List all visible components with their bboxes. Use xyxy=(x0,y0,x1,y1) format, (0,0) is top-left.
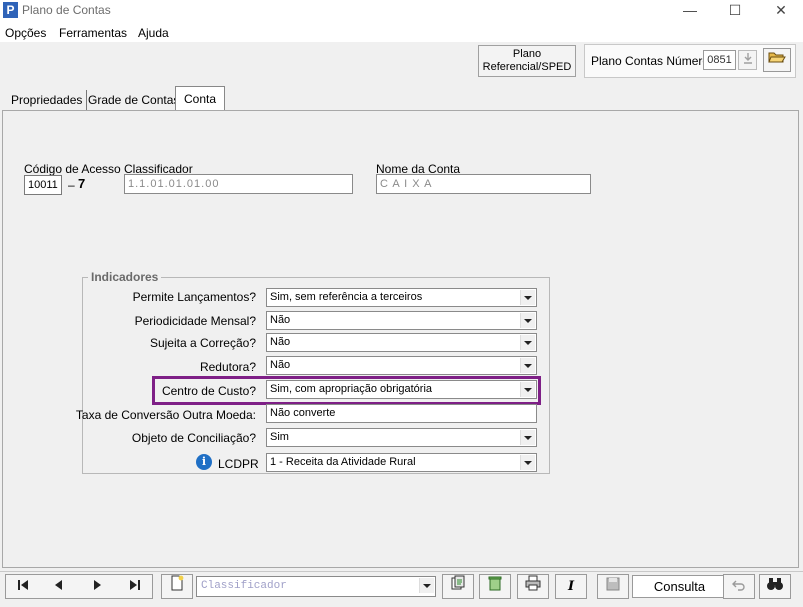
recycle-bin-icon[interactable] xyxy=(479,574,511,599)
chevron-down-icon[interactable] xyxy=(419,578,434,593)
tab-conta[interactable]: Conta xyxy=(175,86,226,110)
centro-custo-select[interactable]: Sim, com apropriação obrigatória xyxy=(266,380,537,399)
save-icon[interactable] xyxy=(597,574,629,599)
taxa-conversao-label: Taxa de Conversão Outra Moeda: xyxy=(75,408,256,422)
chevron-down-icon[interactable] xyxy=(520,290,535,305)
plano-referencial-label-1: Plano xyxy=(512,48,542,60)
first-record-button[interactable] xyxy=(8,575,38,598)
menu-ferramentas[interactable]: Ferramentas xyxy=(59,26,127,40)
chevron-down-icon[interactable] xyxy=(520,382,535,397)
taxa-conversao-value: Não converte xyxy=(270,407,336,419)
centro-custo-label: Centro de Custo? xyxy=(161,384,256,398)
close-button[interactable]: ✕ xyxy=(758,0,803,22)
sujeita-correcao-value: Não xyxy=(270,336,291,348)
redutora-label: Redutora? xyxy=(199,360,256,374)
permite-lancamentos-select[interactable]: Sim, sem referência a terceiros xyxy=(266,288,537,307)
sujeita-correcao-label: Sujeita a Correção? xyxy=(149,336,256,350)
lcdpr-select[interactable]: 1 - Receita da Atividade Rural xyxy=(266,453,537,472)
taxa-conversao-select[interactable]: Não converte xyxy=(266,404,537,423)
chevron-down-icon[interactable] xyxy=(520,358,535,373)
nome-conta-field[interactable]: C A I X A xyxy=(376,174,591,194)
classificador-search-placeholder: Classificador xyxy=(201,580,287,592)
permite-lancamentos-value: Sim, sem referência a terceiros xyxy=(270,291,423,303)
codigo-dash: – xyxy=(68,178,75,192)
maximize-button[interactable]: ☐ xyxy=(712,0,758,22)
lcdpr-label: LCDPR xyxy=(218,457,259,471)
info-icon[interactable]: i xyxy=(196,454,212,470)
codigo-acesso-label: Código de Acesso xyxy=(24,162,121,176)
folder-open-icon[interactable] xyxy=(763,48,791,72)
periodicidade-mensal-select[interactable]: Não xyxy=(266,311,537,330)
plano-referencial-label-2: Referencial/SPED xyxy=(482,61,572,73)
sujeita-correcao-select[interactable]: Não xyxy=(266,333,537,352)
classificador-field[interactable]: 1.1.01.01.01.00 xyxy=(124,174,353,194)
redutora-select[interactable]: Não xyxy=(266,356,537,375)
copy-document-icon[interactable] xyxy=(442,574,474,599)
minimize-button[interactable]: — xyxy=(667,0,713,22)
codigo-check-digit: 7 xyxy=(78,176,86,191)
new-record-icon[interactable] xyxy=(161,574,193,599)
objeto-conciliacao-label: Objeto de Conciliação? xyxy=(131,431,256,445)
chevron-down-icon[interactable] xyxy=(520,455,535,470)
plano-contas-number-field[interactable]: 0851 xyxy=(703,50,736,70)
permite-lancamentos-label: Permite Lançamentos? xyxy=(132,290,256,304)
binoculars-icon[interactable] xyxy=(759,574,791,599)
app-logo-icon: P xyxy=(3,2,18,18)
undo-icon[interactable] xyxy=(723,574,755,599)
indicadores-title: Indicadores xyxy=(88,270,162,284)
chevron-down-icon[interactable] xyxy=(520,430,535,445)
lcdpr-value: 1 - Receita da Atividade Rural xyxy=(270,456,416,468)
consulta-mode-field: Consulta xyxy=(632,575,727,598)
download-arrow-icon[interactable] xyxy=(738,50,757,70)
objeto-conciliacao-value: Sim xyxy=(270,431,289,443)
classificador-search-combo[interactable]: Classificador xyxy=(196,576,436,597)
italic-info-icon[interactable]: I xyxy=(555,574,587,599)
tab-grade-de-contas[interactable]: Grade de Contas xyxy=(84,90,185,110)
plano-contas-label: Plano Contas Número xyxy=(591,54,710,68)
codigo-acesso-field[interactable]: 10011 xyxy=(24,175,62,195)
next-record-button[interactable] xyxy=(82,575,112,598)
last-record-button[interactable] xyxy=(120,575,150,598)
redutora-value: Não xyxy=(270,359,291,371)
objeto-conciliacao-select[interactable]: Sim xyxy=(266,428,537,447)
menu-opcoes[interactable]: Opções xyxy=(5,26,46,40)
chevron-down-icon[interactable] xyxy=(520,335,535,350)
periodicidade-mensal-label: Periodicidade Mensal? xyxy=(134,314,256,328)
previous-record-button[interactable] xyxy=(44,575,74,598)
periodicidade-mensal-value: Não xyxy=(270,314,291,326)
plano-referencial-button[interactable]: Plano Referencial/SPED xyxy=(478,45,576,77)
chevron-down-icon[interactable] xyxy=(520,313,535,328)
print-icon[interactable] xyxy=(517,574,549,599)
window-title: Plano de Contas xyxy=(22,3,111,17)
tab-propriedades[interactable]: Propriedades xyxy=(7,90,88,110)
centro-custo-value: Sim, com apropriação obrigatória xyxy=(270,383,433,395)
menu-ajuda[interactable]: Ajuda xyxy=(138,26,169,40)
